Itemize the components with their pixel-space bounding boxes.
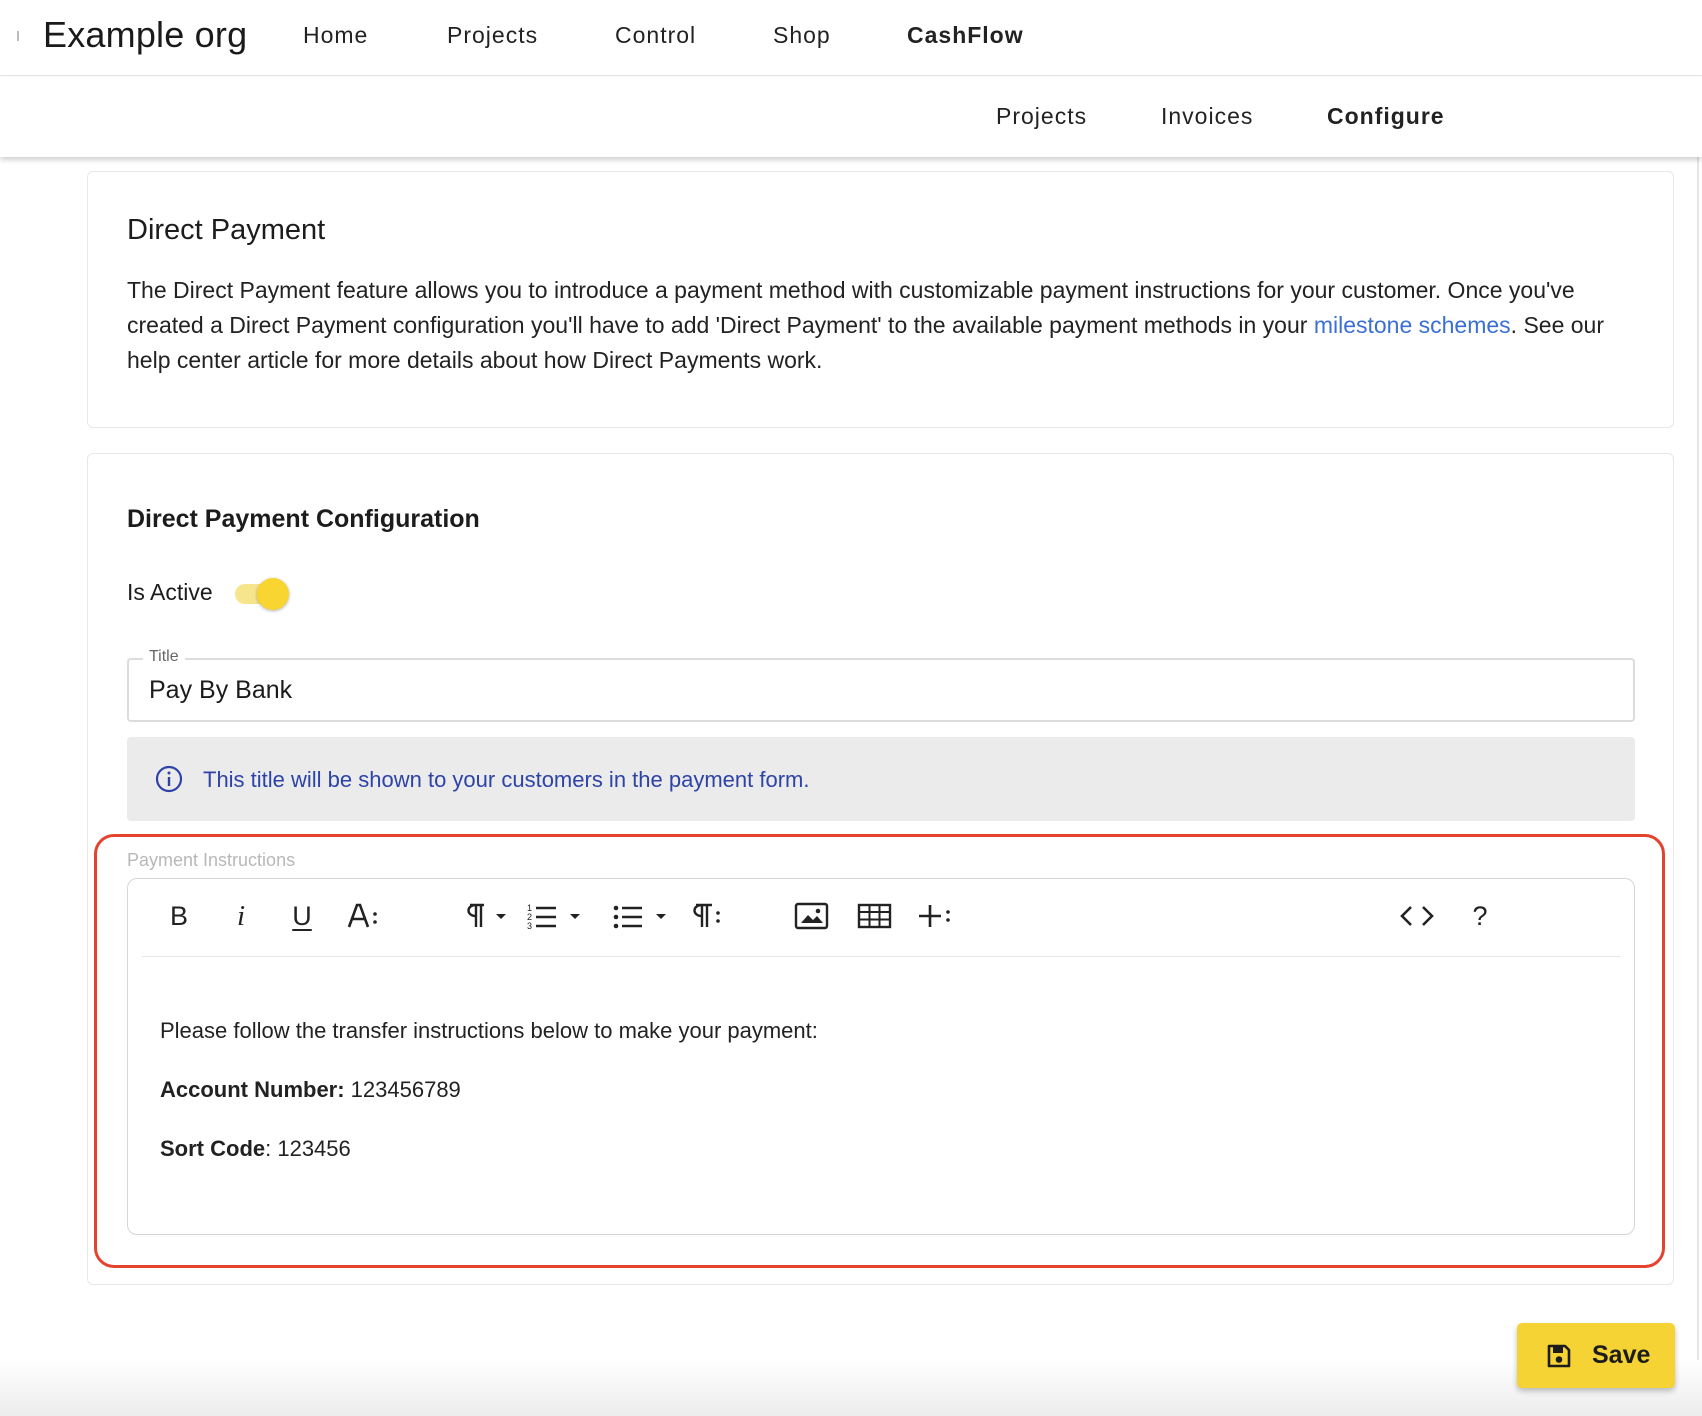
payment-instructions-editor[interactable]: B i U 123 ? Please follow the transfer i…	[127, 878, 1635, 1235]
info-text: This title will be shown to your custome…	[203, 767, 810, 792]
brand-name[interactable]: Example org	[43, 14, 247, 56]
toggle-thumb[interactable]	[257, 578, 289, 610]
account-number-value: 123456789	[344, 1077, 461, 1102]
top-navbar: Example org Home Projects Control Shop C…	[0, 0, 1702, 76]
subnav-configure[interactable]: Configure	[1327, 103, 1445, 130]
bold-icon[interactable]: B	[162, 897, 196, 935]
editor-content[interactable]: Please follow the transfer instructions …	[160, 1015, 818, 1192]
nav-projects[interactable]: Projects	[447, 22, 538, 49]
account-number-line: Account Number: 123456789	[160, 1074, 818, 1105]
scrollbar-track[interactable]	[1697, 157, 1699, 1387]
svg-text:3: 3	[527, 921, 532, 931]
sort-code-label: Sort Code	[160, 1136, 266, 1161]
milestone-schemes-link[interactable]: milestone schemes	[1314, 312, 1511, 338]
unordered-list-icon[interactable]	[612, 897, 674, 935]
direct-payment-config-card: Direct Payment Configuration Is Active T…	[87, 453, 1674, 1285]
sub-navbar: Projects Invoices Configure	[0, 77, 1702, 157]
sort-code-value: : 123456	[265, 1136, 351, 1161]
window-edge-marker	[17, 31, 19, 41]
info-icon	[155, 765, 183, 793]
sort-code-line: Sort Code: 123456	[160, 1133, 818, 1164]
account-number-label: Account Number:	[160, 1077, 345, 1102]
insert-more-icon[interactable]	[918, 897, 954, 935]
is-active-label: Is Active	[127, 579, 213, 605]
nav-control[interactable]: Control	[615, 22, 696, 49]
paragraph-format-icon[interactable]	[462, 897, 514, 935]
italic-icon[interactable]: i	[224, 897, 258, 935]
editor-toolbar: B i U 123 ?	[142, 879, 1620, 957]
image-icon[interactable]	[794, 897, 830, 935]
title-field-label: Title	[143, 648, 185, 666]
save-button[interactable]: Save	[1517, 1323, 1675, 1388]
table-icon[interactable]	[857, 897, 893, 935]
floppy-disk-icon	[1547, 1344, 1571, 1368]
nav-home[interactable]: Home	[303, 22, 368, 49]
subnav-projects[interactable]: Projects	[996, 103, 1087, 130]
nav-cashflow[interactable]: CashFlow	[907, 22, 1024, 49]
subnav-invoices[interactable]: Invoices	[1161, 103, 1253, 130]
title-field[interactable]: Title	[127, 648, 1635, 722]
direct-payment-intro-card: Direct Payment The Direct Payment featur…	[87, 171, 1674, 428]
paragraph-style-icon[interactable]	[690, 897, 726, 935]
code-view-icon[interactable]	[1397, 897, 1437, 935]
config-title: Direct Payment Configuration	[127, 505, 480, 533]
title-info-alert: This title will be shown to your custome…	[127, 737, 1635, 821]
title-input[interactable]	[149, 670, 1609, 710]
font-size-icon[interactable]	[346, 897, 386, 935]
help-icon[interactable]: ?	[1465, 897, 1495, 935]
bottom-bar	[0, 1360, 1702, 1416]
intro-description: The Direct Payment feature allows you to…	[127, 273, 1647, 378]
nav-shop[interactable]: Shop	[773, 22, 831, 49]
instructions-intro: Please follow the transfer instructions …	[160, 1018, 818, 1043]
is-active-toggle[interactable]	[232, 575, 290, 611]
payment-instructions-label: Payment Instructions	[127, 850, 296, 870]
save-label: Save	[1592, 1341, 1651, 1369]
section-title: Direct Payment	[127, 214, 326, 246]
ordered-list-icon[interactable]: 123	[526, 897, 588, 935]
underline-icon[interactable]: U	[285, 897, 319, 935]
